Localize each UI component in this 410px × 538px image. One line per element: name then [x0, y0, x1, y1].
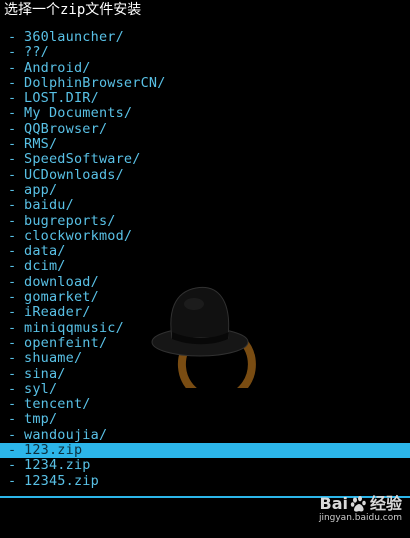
- list-item-dash: -: [8, 304, 17, 321]
- list-item-label: download/: [24, 273, 99, 290]
- file-list-item[interactable]: - My Documents/: [0, 106, 410, 121]
- list-item-dash: -: [8, 120, 17, 137]
- list-item-dash: -: [8, 319, 17, 336]
- list-item-dash: -: [8, 334, 17, 351]
- list-item-dash: -: [8, 457, 17, 474]
- file-list-item[interactable]: - LOST.DIR/: [0, 91, 410, 106]
- list-item-dash: -: [8, 426, 17, 443]
- file-list-item[interactable]: - SpeedSoftware/: [0, 152, 410, 167]
- list-item-dash: -: [8, 29, 17, 45]
- list-item-dash: -: [8, 396, 17, 413]
- list-item-dash: -: [8, 59, 17, 76]
- baidu-watermark: Bai 经验 jingyan.baidu.com: [319, 495, 402, 524]
- file-list: -360launcher/- ??/- Android/- DolphinBrowse…: [0, 30, 410, 489]
- list-item-dash: -: [8, 442, 17, 459]
- file-list-item[interactable]: - tmp/: [0, 412, 410, 427]
- list-item-label: gomarket/: [24, 289, 99, 306]
- file-list-item[interactable]: -1234.zip: [0, 458, 410, 473]
- list-item-label: My Documents/: [24, 105, 133, 122]
- list-item-label: data/: [24, 243, 66, 260]
- list-item-label: DolphinBrowserCN/: [24, 74, 166, 91]
- watermark-url: jingyan.baidu.com: [318, 513, 402, 523]
- file-list-item[interactable]: - tencent/: [0, 397, 410, 412]
- list-item-label: bugreports/: [24, 212, 116, 229]
- watermark-brand-right: 经验: [369, 494, 402, 513]
- file-list-item[interactable]: - app/: [0, 181, 410, 198]
- file-list-item[interactable]: - DolphinBrowserCN/: [0, 74, 410, 91]
- list-item-dash: -: [8, 273, 17, 290]
- file-list-item[interactable]: -12345.zip: [0, 472, 410, 489]
- list-item-dash: -: [8, 472, 17, 489]
- list-item-dash: -: [8, 166, 17, 183]
- list-item-dash: -: [8, 90, 17, 107]
- list-item-label: dcim/: [24, 258, 66, 275]
- file-list-item[interactable]: - UCDownloads/: [0, 166, 410, 183]
- watermark-brand-left: Bai: [319, 494, 348, 513]
- list-item-label: LOST.DIR/: [24, 90, 99, 107]
- file-list-item[interactable]: -360launcher/: [0, 30, 410, 45]
- list-item-dash: -: [8, 350, 17, 367]
- list-item-dash: -: [8, 365, 17, 382]
- file-list-item[interactable]: - wandoujia/: [0, 426, 410, 443]
- file-list-item[interactable]: - baidu/: [0, 198, 410, 213]
- list-item-label: app/: [24, 181, 58, 198]
- list-item-label: wandoujia/: [24, 426, 108, 443]
- list-item-dash: -: [8, 151, 17, 168]
- list-item-label: sina/: [24, 365, 66, 382]
- list-item-dash: -: [8, 258, 17, 275]
- list-item-label: iReader/: [24, 304, 91, 321]
- list-item-label: 12345.zip: [24, 472, 99, 489]
- list-item-label: 360launcher/: [24, 29, 124, 45]
- list-item-label: baidu/: [24, 197, 74, 214]
- list-item-dash: -: [8, 212, 17, 229]
- file-list-item[interactable]: - QQBrowser/: [0, 120, 410, 137]
- file-list-item[interactable]: - bugreports/: [0, 212, 410, 229]
- list-item-dash: -: [8, 380, 17, 397]
- list-item-label: UCDownloads/: [24, 166, 124, 183]
- list-item-label: Android/: [24, 59, 91, 76]
- file-list-item[interactable]: -123.zip: [0, 442, 410, 459]
- list-item-label: SpeedSoftware/: [24, 151, 141, 168]
- list-item-label: tmp/: [24, 411, 58, 428]
- baidu-paw-icon: [350, 496, 366, 512]
- list-item-label: 1234.zip: [24, 457, 91, 474]
- list-item-label: syl/: [24, 380, 58, 397]
- list-item-dash: -: [8, 289, 17, 306]
- list-item-label: RMS/: [24, 136, 58, 153]
- list-item-dash: -: [8, 181, 17, 198]
- list-item-label: openfeint/: [24, 334, 108, 351]
- list-item-label: tencent/: [24, 396, 91, 413]
- page-title: 选择一个zip文件安装: [4, 2, 142, 18]
- list-item-dash: -: [8, 243, 17, 260]
- file-list-item[interactable]: - clockworkmod/: [0, 227, 410, 244]
- list-item-label: 123.zip: [24, 442, 83, 459]
- list-item-dash: -: [8, 411, 17, 428]
- file-list-item[interactable]: - ??/: [0, 45, 410, 60]
- list-item-label: ??/: [24, 44, 49, 61]
- list-item-dash: -: [8, 44, 17, 61]
- clockworkmod-hat-logo-icon: [151, 286, 256, 388]
- file-list-item[interactable]: - dcim/: [0, 259, 410, 274]
- list-item-label: shuame/: [24, 350, 83, 367]
- file-list-item[interactable]: - data/: [0, 244, 410, 259]
- list-item-dash: -: [8, 136, 17, 153]
- list-item-label: clockworkmod/: [24, 227, 133, 244]
- file-list-item[interactable]: - RMS/: [0, 137, 410, 152]
- list-item-label: QQBrowser/: [24, 120, 108, 137]
- list-item-dash: -: [8, 105, 17, 122]
- list-item-dash: -: [8, 74, 17, 91]
- list-item-dash: -: [8, 227, 17, 244]
- list-item-label: miniqqmusic/: [24, 319, 124, 336]
- list-item-dash: -: [8, 197, 17, 214]
- file-list-item[interactable]: - Android/: [0, 59, 410, 76]
